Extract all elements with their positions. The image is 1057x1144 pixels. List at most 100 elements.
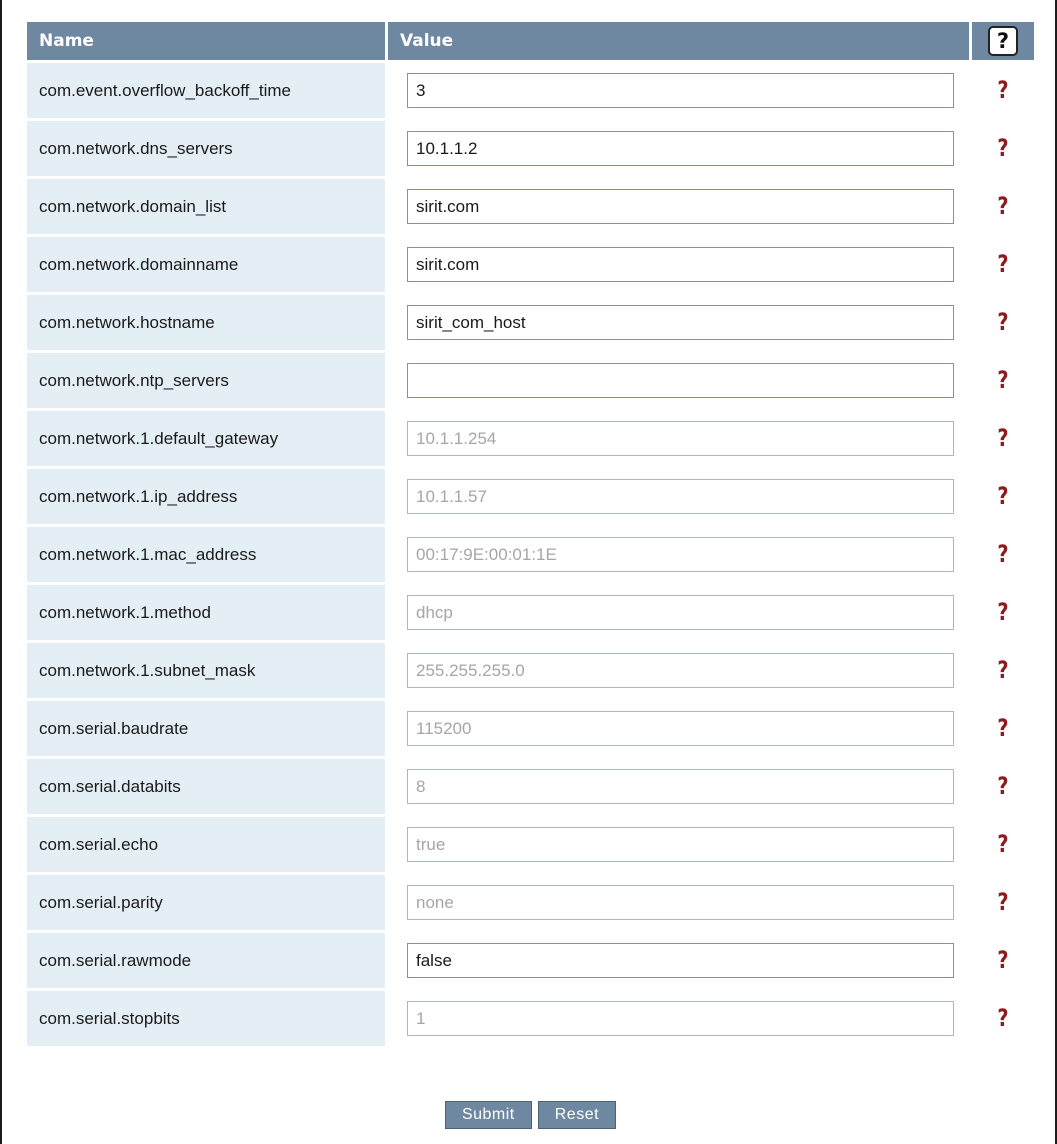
setting-name: com.network.hostname: [27, 295, 385, 350]
setting-value-cell: [388, 527, 969, 582]
setting-value-cell: [388, 237, 969, 292]
setting-value-input: [407, 769, 954, 804]
column-header-value: Value: [388, 22, 969, 60]
help-icon[interactable]: ?: [997, 948, 1008, 972]
reset-button[interactable]: Reset: [537, 1101, 617, 1129]
table-row: com.network.1.ip_address?: [27, 469, 1034, 524]
table-header-row: Name Value ?: [27, 22, 1034, 60]
setting-value-input[interactable]: [407, 73, 954, 108]
setting-value-input[interactable]: [407, 131, 954, 166]
help-icon[interactable]: ?: [997, 716, 1008, 740]
table-row: com.serial.rawmode?: [27, 933, 1034, 988]
setting-value-input: [407, 479, 954, 514]
setting-value-input: [407, 653, 954, 688]
setting-value-cell: [388, 585, 969, 640]
table-row: com.network.ntp_servers?: [27, 353, 1034, 408]
table-row: com.serial.baudrate?: [27, 701, 1034, 756]
setting-name: com.network.ntp_servers: [27, 353, 385, 408]
setting-value-cell: [388, 875, 969, 930]
setting-name: com.network.dns_servers: [27, 121, 385, 176]
setting-name: com.serial.baudrate: [27, 701, 385, 756]
help-cell: ?: [972, 933, 1034, 988]
setting-value-input[interactable]: [407, 189, 954, 224]
help-icon[interactable]: ?: [997, 774, 1008, 798]
help-icon[interactable]: ?: [997, 310, 1008, 334]
page-frame: Name Value ? com.event.overflow_backoff_…: [0, 0, 1057, 1144]
help-icon[interactable]: ?: [997, 542, 1008, 566]
table-row: com.serial.databits?: [27, 759, 1034, 814]
help-cell: ?: [972, 121, 1034, 176]
setting-value-input: [407, 827, 954, 862]
help-cell: ?: [972, 875, 1034, 930]
setting-value-input[interactable]: [407, 247, 954, 282]
help-icon[interactable]: ?: [997, 136, 1008, 160]
setting-value-input[interactable]: [407, 363, 954, 398]
setting-value-input: [407, 711, 954, 746]
help-icon[interactable]: ?: [997, 658, 1008, 682]
setting-value-input: [407, 595, 954, 630]
table-row: com.network.domain_list?: [27, 179, 1034, 234]
setting-value-cell: [388, 469, 969, 524]
setting-value-input: [407, 537, 954, 572]
help-icon[interactable]: ?: [997, 252, 1008, 276]
setting-name: com.network.1.default_gateway: [27, 411, 385, 466]
setting-value-cell: [388, 63, 969, 118]
setting-name: com.network.domain_list: [27, 179, 385, 234]
setting-name: com.serial.databits: [27, 759, 385, 814]
help-cell: ?: [972, 991, 1034, 1046]
setting-name: com.network.1.mac_address: [27, 527, 385, 582]
setting-value-cell: [388, 643, 969, 698]
help-cell: ?: [972, 643, 1034, 698]
table-row: com.event.overflow_backoff_time?: [27, 63, 1034, 118]
setting-name: com.network.1.method: [27, 585, 385, 640]
table-row: com.network.1.default_gateway?: [27, 411, 1034, 466]
setting-value-input: [407, 1001, 954, 1036]
help-icon[interactable]: ?: [997, 426, 1008, 450]
setting-name: com.network.domainname: [27, 237, 385, 292]
setting-value-input[interactable]: [407, 943, 954, 978]
setting-value-cell: [388, 295, 969, 350]
config-rows: com.event.overflow_backoff_time?com.netw…: [27, 63, 1034, 1046]
table-row: com.serial.stopbits?: [27, 991, 1034, 1046]
help-icon[interactable]: ?: [997, 832, 1008, 856]
setting-value-cell: [388, 701, 969, 756]
help-icon[interactable]: ?: [997, 600, 1008, 624]
setting-name: com.network.1.ip_address: [27, 469, 385, 524]
setting-value-cell: [388, 411, 969, 466]
setting-name: com.serial.rawmode: [27, 933, 385, 988]
help-icon[interactable]: ?: [988, 26, 1018, 56]
setting-name: com.serial.parity: [27, 875, 385, 930]
help-icon[interactable]: ?: [997, 368, 1008, 392]
help-cell: ?: [972, 759, 1034, 814]
setting-value-cell: [388, 991, 969, 1046]
help-icon[interactable]: ?: [997, 194, 1008, 218]
setting-value-cell: [388, 121, 969, 176]
help-cell: ?: [972, 295, 1034, 350]
table-row: com.network.dns_servers?: [27, 121, 1034, 176]
help-cell: ?: [972, 63, 1034, 118]
column-header-name: Name: [27, 22, 385, 60]
help-icon[interactable]: ?: [997, 78, 1008, 102]
setting-name: com.network.1.subnet_mask: [27, 643, 385, 698]
setting-value-input[interactable]: [407, 305, 954, 340]
help-cell: ?: [972, 237, 1034, 292]
table-row: com.network.1.mac_address?: [27, 527, 1034, 582]
help-cell: ?: [972, 817, 1034, 872]
help-cell: ?: [972, 411, 1034, 466]
setting-value-cell: [388, 933, 969, 988]
submit-button[interactable]: Submit: [444, 1101, 532, 1129]
table-row: com.network.1.subnet_mask?: [27, 643, 1034, 698]
setting-name: com.serial.stopbits: [27, 991, 385, 1046]
help-cell: ?: [972, 353, 1034, 408]
setting-name: com.event.overflow_backoff_time: [27, 63, 385, 118]
help-icon[interactable]: ?: [997, 484, 1008, 508]
form-actions: Submit Reset: [2, 1101, 1057, 1129]
help-cell: ?: [972, 527, 1034, 582]
help-icon[interactable]: ?: [997, 890, 1008, 914]
column-header-help: ?: [972, 22, 1034, 60]
setting-value-cell: [388, 759, 969, 814]
setting-value-input: [407, 885, 954, 920]
help-cell: ?: [972, 585, 1034, 640]
setting-value-input: [407, 421, 954, 456]
help-icon[interactable]: ?: [997, 1006, 1008, 1030]
